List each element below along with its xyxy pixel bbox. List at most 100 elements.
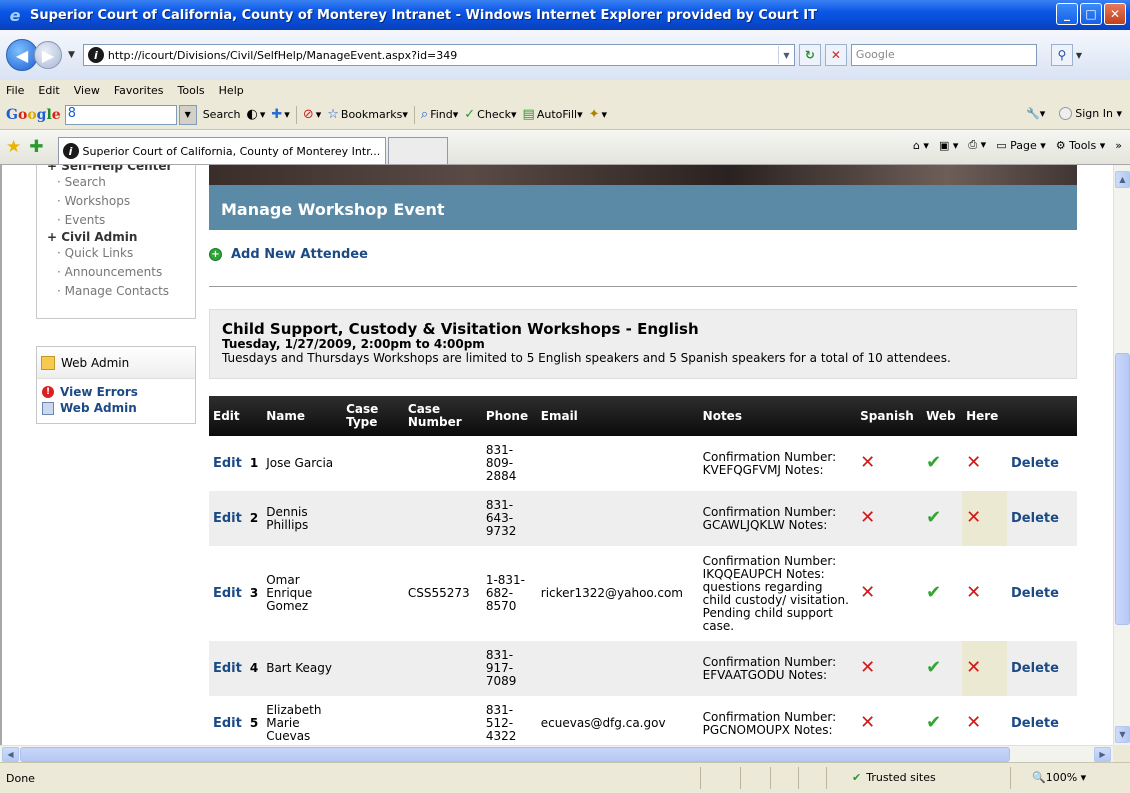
edit-link[interactable]: Edit xyxy=(209,491,246,546)
scroll-up-icon[interactable]: ▲ xyxy=(1115,171,1130,188)
web-yes-icon[interactable]: ✔ xyxy=(922,641,963,696)
here-no-icon[interactable]: ✕ xyxy=(962,436,1008,491)
spanish-no-icon[interactable]: ✕ xyxy=(856,546,923,641)
spanish-no-icon[interactable]: ✕ xyxy=(856,696,923,745)
delete-link[interactable]: Delete xyxy=(1007,641,1077,696)
address-url[interactable]: http://icourt/Divisions/Civil/SelfHelp/M… xyxy=(108,49,778,62)
tab-active[interactable]: i Superior Court of California, County o… xyxy=(57,137,386,164)
col-header-notes[interactable]: Notes xyxy=(698,396,857,436)
google-search-button[interactable]: Search xyxy=(203,108,241,121)
find-button[interactable]: ⌕ Find ▾ xyxy=(421,107,458,122)
edit-link[interactable]: Edit xyxy=(209,436,246,491)
forward-button[interactable]: ▶ xyxy=(34,41,62,69)
sidebar-item-announcements[interactable]: · Announcements xyxy=(47,263,195,282)
col-header-case-number[interactable]: Case Number xyxy=(403,396,482,436)
web-yes-icon[interactable]: ✔ xyxy=(922,491,963,546)
sidebar-group-civil-admin[interactable]: + Civil Admin xyxy=(47,230,195,244)
zoom-control[interactable]: 🔍100% ▾ xyxy=(1032,771,1086,784)
menu-help[interactable]: Help xyxy=(219,84,244,97)
here-no-icon[interactable]: ✕ xyxy=(962,696,1008,745)
print-icon[interactable]: ⎙ ▾ xyxy=(968,138,986,152)
favorites-star-icon[interactable]: ★ xyxy=(6,137,21,157)
chevron-right-icon[interactable]: » xyxy=(1115,139,1122,152)
vertical-scrollbar[interactable]: ▲ ▼ xyxy=(1113,165,1130,745)
spell-check-button[interactable]: ✓ Check ▾ xyxy=(464,107,516,122)
new-tab-button[interactable] xyxy=(387,137,448,164)
close-button[interactable]: ✕ xyxy=(1104,3,1126,25)
maximize-button[interactable]: □ xyxy=(1080,3,1102,25)
scroll-down-icon[interactable]: ▼ xyxy=(1115,726,1130,743)
scroll-left-icon[interactable]: ◀ xyxy=(2,747,19,762)
security-zone[interactable]: ✔ Trusted sites xyxy=(852,771,936,784)
delete-link[interactable]: Delete xyxy=(1007,546,1077,641)
menu-edit[interactable]: Edit xyxy=(38,84,59,97)
address-bar[interactable]: i http://icourt/Divisions/Civil/SelfHelp… xyxy=(82,44,795,66)
add-favorites-icon[interactable]: ✚ xyxy=(29,137,43,157)
attendee-name: Bart Keagy xyxy=(262,641,343,696)
sidebar-item-manage-contacts[interactable]: · Manage Contacts xyxy=(47,282,195,301)
col-header-phone[interactable]: Phone xyxy=(481,396,537,436)
feeds-icon[interactable]: ▣ ▾ xyxy=(939,139,958,152)
col-header-email[interactable]: Email xyxy=(536,396,699,436)
search-icon[interactable]: ⚲ xyxy=(1050,44,1073,66)
page-menu[interactable]: ▭ Page ▾ xyxy=(996,139,1046,152)
delete-link[interactable]: Delete xyxy=(1007,436,1077,491)
here-no-icon[interactable]: ✕ xyxy=(962,546,1008,641)
settings-wrench-icon[interactable]: 🔧▾ xyxy=(1026,107,1045,120)
sidebar-item-workshops[interactable]: · Workshops xyxy=(47,192,195,211)
search-input[interactable]: Google xyxy=(850,44,1037,66)
history-dropdown-icon[interactable]: ▼ xyxy=(68,50,75,60)
google-search-input[interactable]: 8 xyxy=(64,104,177,125)
sidebar-item-search[interactable]: · Search xyxy=(47,173,195,192)
news-icon[interactable]: ◐ ▾ xyxy=(247,107,266,122)
sign-in-button[interactable]: Sign In xyxy=(1075,107,1113,120)
edit-link[interactable]: Edit xyxy=(209,696,246,745)
edit-link[interactable]: Edit xyxy=(209,546,246,641)
refresh-button[interactable]: ↻ xyxy=(798,44,821,66)
menu-view[interactable]: View xyxy=(74,84,100,97)
sidebar-item-events[interactable]: · Events xyxy=(47,211,195,230)
edit-link[interactable]: Edit xyxy=(209,641,246,696)
address-dropdown-icon[interactable]: ▼ xyxy=(777,46,794,64)
menu-tools[interactable]: Tools xyxy=(178,84,205,97)
spanish-no-icon[interactable]: ✕ xyxy=(856,436,923,491)
menu-favorites[interactable]: Favorites xyxy=(114,84,164,97)
popup-blocker-icon[interactable]: ⊘ ▾ xyxy=(303,107,321,122)
here-no-icon[interactable]: ✕ xyxy=(962,641,1008,696)
stop-button[interactable]: ✕ xyxy=(824,44,847,66)
scroll-right-icon[interactable]: ▶ xyxy=(1094,747,1111,762)
home-icon[interactable]: ⌂ ▾ xyxy=(913,139,929,152)
autofill-button[interactable]: ▤ AutoFill ▾ xyxy=(523,107,583,122)
add-new-attendee-link[interactable]: + Add New Attendee xyxy=(209,247,368,262)
spanish-no-icon[interactable]: ✕ xyxy=(856,641,923,696)
tools-menu[interactable]: ⚙ Tools ▾ xyxy=(1056,139,1106,152)
web-yes-icon[interactable]: ✔ xyxy=(922,696,963,745)
search-options-icon[interactable]: ▼ xyxy=(1076,51,1082,60)
sidebar-group-self-help[interactable]: + Self-Help Center xyxy=(47,165,195,173)
delete-link[interactable]: Delete xyxy=(1007,491,1077,546)
horizontal-scroll-thumb[interactable] xyxy=(20,747,1010,762)
minimize-button[interactable]: _ xyxy=(1056,3,1078,25)
col-header-here[interactable]: Here xyxy=(962,396,1008,436)
google-search-dropdown-icon[interactable]: ▼ xyxy=(178,104,197,125)
web-yes-icon[interactable]: ✔ xyxy=(922,546,963,641)
web-yes-icon[interactable]: ✔ xyxy=(922,436,963,491)
sign-in-dropdown-icon[interactable]: ▾ xyxy=(1113,107,1122,120)
here-no-icon[interactable]: ✕ xyxy=(962,491,1008,546)
bookmarks-button[interactable]: ☆ Bookmarks ▾ xyxy=(327,107,408,122)
web-admin-link[interactable]: Web Admin xyxy=(42,400,195,416)
delete-link[interactable]: Delete xyxy=(1007,696,1077,745)
view-errors-link[interactable]: ! View Errors xyxy=(42,384,195,400)
col-header-edit[interactable]: Edit xyxy=(209,396,246,436)
menu-file[interactable]: File xyxy=(6,84,24,97)
plus-icon[interactable]: ✚ ▾ xyxy=(271,107,289,122)
col-header-name[interactable]: Name xyxy=(262,396,343,436)
col-header-case-type[interactable]: Case Type xyxy=(342,396,404,436)
vertical-scroll-thumb[interactable] xyxy=(1115,353,1130,625)
horizontal-scrollbar[interactable]: ◀ ▶ xyxy=(0,745,1113,762)
magic-wand-icon[interactable]: ✦ ▾ xyxy=(589,107,607,122)
col-header-spanish[interactable]: Spanish xyxy=(856,396,923,436)
spanish-no-icon[interactable]: ✕ xyxy=(856,491,923,546)
sidebar-item-quick-links[interactable]: · Quick Links xyxy=(47,244,195,263)
col-header-web[interactable]: Web xyxy=(922,396,963,436)
